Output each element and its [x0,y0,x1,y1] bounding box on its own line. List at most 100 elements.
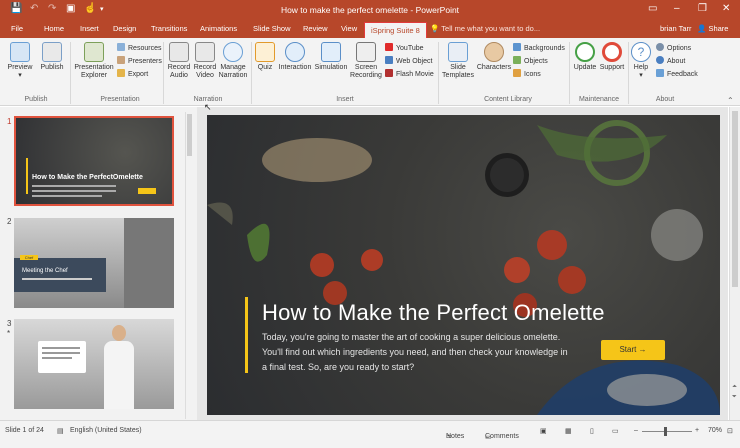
characters-button[interactable]: Characters [476,42,512,72]
about-button[interactable]: About [656,56,685,65]
group-label-maintenance: Maintenance [578,96,620,103]
record-audio-button[interactable]: Record Audio [166,42,192,80]
help-button[interactable]: ? Help ▾ [630,42,652,80]
publish-button[interactable]: Publish [38,42,66,72]
zoom-slider-thumb[interactable] [664,427,667,436]
export-button[interactable]: Export [117,69,148,78]
feedback-button[interactable]: Feedback [656,69,698,78]
thumbnails-scrollbar-thumb[interactable] [187,114,192,156]
tab-animations[interactable]: Animations [200,24,237,33]
update-button[interactable]: Update [572,42,598,72]
current-slide[interactable]: How to Make the Perfect Omelette Today, … [207,115,720,415]
tab-file[interactable]: File [11,24,23,33]
dropdown-arrow-icon: ▾ [639,72,643,79]
slide-thumbnail-1[interactable]: How to Make the PerfectOmelette [14,116,174,206]
tell-me-search[interactable]: 💡 Tell me what you want to do... [430,24,540,33]
slide-scrollbar-thumb[interactable] [732,111,738,287]
presentation-explorer-icon [84,42,104,62]
backgrounds-button[interactable]: Backgrounds [513,43,565,52]
slideshow-view-icon[interactable]: ▭ [612,427,619,435]
pepper-bowl-inner [490,158,524,192]
status-bar: Slide 1 of 24 ▤ English (United States) … [0,420,740,448]
thumbnail-star: * [7,329,11,338]
group-label-about: About [655,96,675,103]
minimize-icon[interactable]: – [674,3,680,14]
tab-home[interactable]: Home [44,24,64,33]
ribbon-separator [628,42,629,104]
interaction-button[interactable]: Interaction [277,42,313,72]
ribbon-tabs: File Home Insert Design Transitions Anim… [0,20,740,38]
next-slide-icon[interactable]: ⏷ [732,394,737,401]
spellcheck-icon[interactable]: ▤ [57,427,64,435]
garlic-shape [207,202,233,225]
normal-view-icon[interactable]: ▣ [540,427,547,435]
bowl-shape [651,209,703,261]
thumbnail-number: 1 [7,117,12,126]
group-label-content-library: Content Library [484,96,532,103]
group-label-presentation: Presentation [100,96,140,103]
tab-ispring-suite[interactable]: iSpring Suite 8 [364,22,427,38]
record-video-button[interactable]: Record Video [192,42,218,80]
fit-slide-icon[interactable]: ⊡ [727,427,733,435]
presentation-explorer-button[interactable]: Presentation Explorer [74,42,114,80]
restore-icon[interactable]: ❐ [698,3,707,14]
zoom-out-icon[interactable]: – [634,427,638,434]
share-button[interactable]: 👤 Share [697,24,728,33]
microphone-icon [169,42,189,62]
dropdown-arrow-icon: ▾ [18,72,22,79]
slide-sorter-icon[interactable]: ▦ [565,427,572,435]
tab-view[interactable]: View [341,24,357,33]
ribbon-display-icon[interactable]: ▭ [648,3,657,14]
zoom-slider[interactable] [642,431,692,432]
mouse-cursor-icon: ↖ [204,102,212,112]
close-icon[interactable]: ✕ [722,3,730,14]
ribbon-separator [438,42,439,104]
collapse-ribbon-icon[interactable]: ⌃ [727,96,734,105]
screen-recording-icon [356,42,376,62]
thumbnail-accent-bar [26,158,28,194]
lifebuoy-icon [602,42,622,62]
web-object-icon [385,56,393,64]
objects-button[interactable]: Objects [513,56,548,65]
flash-movie-button[interactable]: Flash Movie [385,69,434,78]
bread-shape [262,138,372,182]
icons-button[interactable]: Icons [513,69,541,78]
web-object-button[interactable]: Web Object [385,56,432,65]
user-account[interactable]: brian Tarr [660,24,692,33]
previous-slide-icon[interactable]: ⏶ [732,384,737,391]
ribbon-separator [163,42,164,104]
thumbnail-badge: Chef [20,255,38,260]
ribbon-separator [569,42,570,104]
quiz-button[interactable]: Quiz [254,42,276,72]
slide-thumbnail-2[interactable]: Chef Meeting the Chef [14,218,174,308]
reading-view-icon[interactable]: ▯ [590,427,594,435]
slide-thumbnail-3[interactable] [14,319,174,409]
slide-scrollbar[interactable]: ⏶ ⏷ [729,107,740,420]
options-button[interactable]: Options [656,43,691,52]
simulation-button[interactable]: Simulation [313,42,349,72]
language-indicator[interactable]: English (United States) [70,427,142,434]
publish-icon [42,42,62,62]
zoom-level[interactable]: 70% [708,427,722,434]
group-label-insert: Insert [336,96,354,103]
presenters-button[interactable]: Presenters [117,56,162,65]
youtube-button[interactable]: YouTube [385,43,424,52]
simulation-icon [321,42,341,62]
tab-review[interactable]: Review [303,24,328,33]
resources-button[interactable]: Resources [117,43,161,52]
tab-transitions[interactable]: Transitions [151,24,187,33]
tab-slide-show[interactable]: Slide Show [253,24,291,33]
support-button[interactable]: Support [598,42,626,72]
thumbnails-scrollbar[interactable] [185,112,193,419]
slide-templates-button[interactable]: Slide Templates [441,42,475,80]
preview-button[interactable]: Preview ▾ [6,42,34,80]
tab-design[interactable]: Design [113,24,136,33]
zoom-in-icon[interactable]: + [695,427,699,434]
ribbon-separator [251,42,252,104]
start-button[interactable]: Start → [601,340,665,360]
manage-narration-button[interactable]: Manage Narration [218,42,248,80]
tab-insert[interactable]: Insert [80,24,99,33]
basil-leaf [247,223,270,262]
screen-recording-button[interactable]: Screen Recording [350,42,382,80]
camera-icon [195,42,215,62]
